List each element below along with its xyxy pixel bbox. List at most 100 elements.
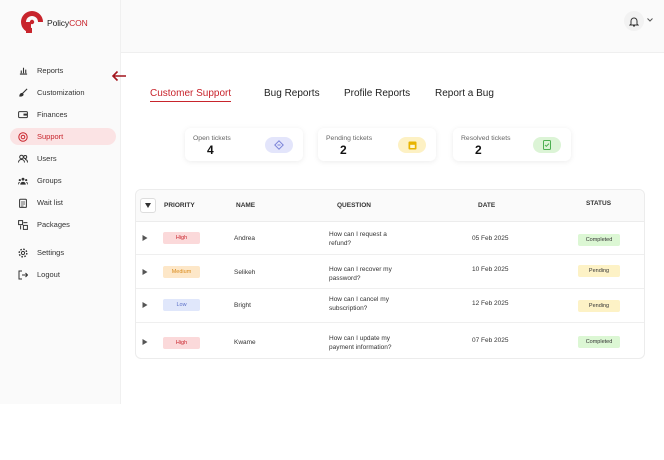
table-row[interactable]: Low Bright How can I cancel my subscript… [136,289,644,323]
filter-button[interactable] [140,198,156,213]
status-badge: Pending [578,265,620,277]
ticket-icon [265,137,293,153]
question-cell: How can I cancel my subscription? [329,295,389,313]
brand-prefix: Policy [47,17,70,28]
stat-card-pending: Pending tickets 2 [318,128,436,161]
sidebar-item-wait-list[interactable]: Wait list [10,194,116,211]
question-line: refund? [329,240,352,247]
brush-icon [18,88,28,98]
stat-value: 2 [340,143,347,157]
app: PolicyCON Reports Customization Finances… [0,0,664,404]
priority-badge: Medium [163,266,200,278]
name-cell: Selikeh [234,269,256,276]
priority-badge: High [163,232,200,244]
chevron-down-icon[interactable] [646,16,654,24]
status-badge: Completed [578,336,620,348]
check-doc-icon [533,137,561,153]
sidebar-item-settings[interactable]: Settings [10,244,116,261]
column-header-date[interactable]: DATE [478,202,495,209]
column-header-question[interactable]: QUESTION [337,202,371,209]
question-line: How can I update my [329,335,391,342]
stat-card-resolved: Resolved tickets 2 [453,128,571,161]
support-icon [18,131,28,142]
sidebar-item-packages[interactable]: Packages [10,216,116,233]
status-badge: Completed [578,234,620,246]
sidebar-item-label: Packages [37,220,70,229]
table-row[interactable]: Medium Selikeh How can I recover my pass… [136,255,644,289]
sidebar-item-support[interactable]: Support [10,128,116,145]
expand-row-icon[interactable] [142,302,148,308]
wallet-icon [18,110,28,120]
topbar [121,0,664,53]
question-line: How can I recover my [329,266,392,273]
sidebar-item-users[interactable]: Users [10,150,116,167]
name-cell: Kwame [234,339,256,346]
stat-card-open: Open tickets 4 [185,128,303,161]
sidebar-item-label: Groups [37,176,62,185]
users-icon [18,154,28,164]
gear-icon [18,248,28,258]
logo[interactable]: PolicyCON [19,9,88,35]
table-row[interactable]: High Kwame How can I update my payment i… [136,323,644,359]
table-header: PRIORITY NAME QUESTION DATE STATUS [136,190,644,222]
column-header-name[interactable]: NAME [236,202,255,209]
question-cell: How can I request a refund? [329,230,387,248]
name-cell: Bright [234,302,251,309]
sidebar-item-label: Customization [37,88,85,97]
column-header-priority[interactable]: PRIORITY [164,202,195,209]
sidebar-item-reports[interactable]: Reports [10,62,116,79]
stat-label: Pending tickets [326,135,373,142]
back-arrow-icon[interactable] [111,70,127,82]
question-line: How can I cancel my [329,296,389,303]
stat-value: 4 [207,143,214,157]
stat-value: 2 [475,143,482,157]
column-header-status[interactable]: STATUS [586,200,611,207]
tickets-table: PRIORITY NAME QUESTION DATE STATUS High … [135,189,645,359]
question-cell: How can I update my payment information? [329,334,392,352]
sidebar-item-groups[interactable]: Groups [10,172,116,189]
brand-suffix: CON [69,17,88,28]
groups-icon [18,176,28,186]
question-cell: How can I recover my password? [329,265,392,283]
sidebar-item-customization[interactable]: Customization [10,84,116,101]
tab-bug-reports[interactable]: Bug Reports [264,88,320,99]
sidebar-item-finances[interactable]: Finances [10,106,116,123]
table-row[interactable]: High Andrea How can I request a refund? … [136,222,644,255]
name-cell: Andrea [234,235,255,242]
question-line: subscription? [329,305,368,312]
sidebar-item-label: Wait list [37,198,63,207]
sidebar-item-label: Logout [37,270,60,279]
tab-customer-support[interactable]: Customer Support [150,88,232,102]
question-line: payment information? [329,344,392,351]
bar-chart-icon [18,66,28,76]
logo-text: PolicyCON [47,18,88,28]
sidebar-item-logout[interactable]: Logout [10,266,116,283]
expand-row-icon[interactable] [142,269,148,275]
priority-badge: Low [163,299,200,311]
stat-label: Open tickets [193,135,231,142]
notifications-button[interactable] [624,11,644,31]
sidebar-item-label: Support [37,132,64,141]
date-cell: 10 Feb 2025 [472,266,509,273]
date-cell: 07 Feb 2025 [472,337,509,344]
expand-row-icon[interactable] [142,339,148,345]
clipboard-icon [18,198,28,208]
sidebar-item-label: Users [37,154,57,163]
sidebar: PolicyCON Reports Customization Finances… [0,0,121,404]
logo-mark-icon [21,11,44,34]
stat-label: Resolved tickets [461,135,511,142]
packages-icon [18,219,28,230]
tab-profile-reports[interactable]: Profile Reports [344,88,410,99]
priority-badge: High [163,337,200,349]
caret-down-icon [145,203,151,208]
tab-report-a-bug[interactable]: Report a Bug [435,88,494,99]
question-line: password? [329,275,361,282]
sidebar-item-label: Finances [37,110,68,119]
sidebar-item-label: Settings [37,248,65,257]
question-line: How can I request a [329,231,387,238]
status-badge: Pending [578,300,620,312]
date-cell: 05 Feb 2025 [472,235,509,242]
sidebar-item-label: Reports [37,66,64,75]
expand-row-icon[interactable] [142,235,148,241]
bell-icon [629,17,639,26]
